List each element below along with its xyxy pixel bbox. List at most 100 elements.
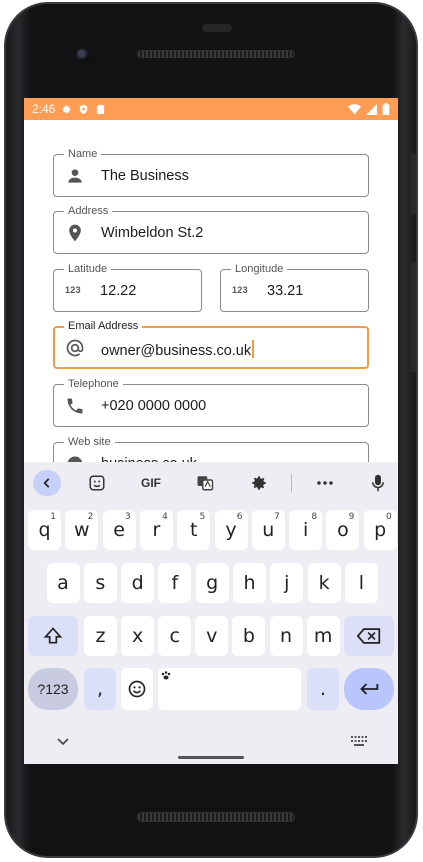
gif-button[interactable]: GIF xyxy=(136,470,166,496)
numeric-icon: 123 xyxy=(232,285,248,295)
wifi-icon xyxy=(348,103,361,114)
phone-icon xyxy=(67,398,83,414)
latitude-field[interactable]: Latitude 123 12.22 xyxy=(53,262,202,312)
settings-icon xyxy=(62,104,71,114)
enter-arrow-icon xyxy=(360,683,379,695)
home-indicator[interactable] xyxy=(178,756,244,759)
key-z[interactable]: z xyxy=(84,616,117,656)
key-hint: 2 xyxy=(87,512,94,522)
key-w[interactable]: w2 xyxy=(65,510,99,550)
key-f[interactable]: f xyxy=(158,563,192,603)
key-q[interactable]: q1 xyxy=(28,510,61,550)
address-label: Address xyxy=(64,204,113,218)
key-label: p xyxy=(374,519,387,541)
top-speaker-grille xyxy=(137,50,295,58)
key-c[interactable]: c xyxy=(158,616,192,656)
website-label: Web site xyxy=(64,435,115,449)
latitude-value: 12.22 xyxy=(100,283,137,299)
translate-button[interactable] xyxy=(192,470,218,496)
shield-icon xyxy=(80,104,88,114)
key-d[interactable]: d xyxy=(121,563,155,603)
key-b[interactable]: b xyxy=(232,616,266,656)
power-button xyxy=(411,154,416,214)
key-h[interactable]: h xyxy=(233,563,266,603)
key-s[interactable]: s xyxy=(83,563,117,603)
numeric-icon: 123 xyxy=(65,285,81,295)
key-a[interactable]: a xyxy=(46,563,80,603)
status-time: 2:46 xyxy=(32,102,56,116)
key-hint: 1 xyxy=(50,512,56,522)
key-u[interactable]: u7 xyxy=(251,510,285,550)
status-bar: 2:46 xyxy=(24,98,398,120)
key-label: r xyxy=(152,519,161,541)
microphone-icon xyxy=(372,474,384,492)
sticker-button[interactable] xyxy=(84,470,110,496)
longitude-value: 33.21 xyxy=(267,283,304,299)
comma-key[interactable]: , xyxy=(84,668,116,710)
key-label: i xyxy=(302,519,309,541)
key-label: e xyxy=(113,519,125,541)
text-cursor xyxy=(252,340,254,358)
emoji-icon xyxy=(128,680,146,698)
keyboard-toolbar: GIF xyxy=(24,462,398,504)
key-hint: 4 xyxy=(162,512,168,522)
key-i[interactable]: i8 xyxy=(289,510,323,550)
symbols-key[interactable]: ?123 xyxy=(28,668,78,710)
at-sign-icon xyxy=(66,339,84,357)
key-hint: 0 xyxy=(385,512,392,522)
key-hint: 7 xyxy=(274,512,280,522)
period-label: . xyxy=(319,678,327,700)
enter-key[interactable] xyxy=(344,668,394,710)
location-pin-icon xyxy=(69,224,81,242)
key-p[interactable]: p0 xyxy=(363,510,397,550)
key-hint: 9 xyxy=(348,512,355,522)
key-t[interactable]: t5 xyxy=(177,510,211,550)
backspace-key[interactable] xyxy=(344,616,394,656)
key-l[interactable]: l xyxy=(344,563,378,603)
bottom-speaker-grille xyxy=(137,812,295,822)
address-field[interactable]: Address Wimbeldon St.2 xyxy=(53,204,369,254)
key-k[interactable]: k xyxy=(307,563,341,603)
name-field[interactable]: Name The Business xyxy=(53,147,369,197)
shift-icon xyxy=(43,627,63,644)
key-label: u xyxy=(262,519,275,541)
chevron-left-icon xyxy=(43,478,50,488)
email-value: owner@business.co.uk xyxy=(101,340,254,359)
longitude-field[interactable]: Longitude 123 33.21 xyxy=(220,262,369,312)
key-hint: 5 xyxy=(199,512,206,522)
paw-icon xyxy=(161,671,171,680)
key-v[interactable]: v xyxy=(195,616,229,656)
soft-keyboard: GIF q1w2e3r4t5y6u7i8o9p0 asdfghjkl z x c… xyxy=(24,462,398,764)
voice-input-button[interactable] xyxy=(366,470,390,496)
gear-icon xyxy=(252,476,266,490)
keyboard-back-button[interactable] xyxy=(33,470,61,496)
email-field[interactable]: Email Address owner@business.co.uk xyxy=(53,319,369,369)
key-o[interactable]: o9 xyxy=(326,510,360,550)
key-y[interactable]: y6 xyxy=(214,510,248,550)
key-label: y xyxy=(225,519,237,541)
keyboard-settings-button[interactable] xyxy=(246,470,272,496)
chevron-down-icon[interactable] xyxy=(57,738,69,746)
emoji-key[interactable] xyxy=(121,668,153,710)
name-value: The Business xyxy=(101,168,189,184)
shift-key[interactable] xyxy=(28,616,78,656)
key-n[interactable]: n xyxy=(269,616,303,656)
key-label: t xyxy=(189,519,198,541)
key-g[interactable]: g xyxy=(195,563,229,603)
name-label: Name xyxy=(64,147,102,161)
key-hint: 3 xyxy=(124,512,131,522)
volume-buttons xyxy=(411,262,416,372)
key-r[interactable]: r4 xyxy=(139,510,173,550)
key-x[interactable]: x xyxy=(121,616,155,656)
period-key[interactable]: . xyxy=(307,668,339,710)
more-options-button[interactable] xyxy=(312,470,338,496)
key-label: q xyxy=(38,519,51,541)
keyboard-switch-icon[interactable] xyxy=(351,736,367,746)
key-e[interactable]: e3 xyxy=(102,510,136,550)
key-j[interactable]: j xyxy=(270,563,304,603)
telephone-value: +020 0000 0000 xyxy=(101,398,207,414)
email-label: Email Address xyxy=(64,319,143,333)
key-m[interactable]: m xyxy=(306,616,340,656)
telephone-field[interactable]: Telephone +020 0000 0000 xyxy=(53,377,369,427)
spacebar-key[interactable] xyxy=(158,668,301,710)
